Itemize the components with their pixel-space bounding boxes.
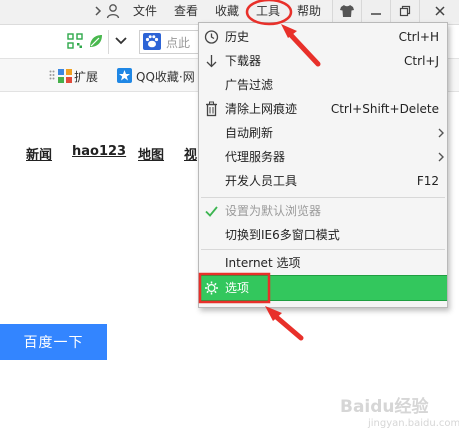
menu-item-history[interactable]: 历史 Ctrl+H	[199, 25, 447, 49]
menu-item-proxy-server[interactable]: 代理服务器	[199, 145, 447, 169]
menu-help[interactable]: 帮助	[297, 3, 321, 19]
search-placeholder: 点此	[166, 36, 191, 50]
maximize-button[interactable]	[390, 0, 419, 22]
menu-item-ie6-mode[interactable]: 切换到IE6多窗口模式	[199, 223, 447, 247]
restore-icon	[399, 5, 411, 17]
menu-favorites[interactable]: 收藏	[215, 3, 239, 19]
minimize-icon	[371, 13, 381, 15]
nav-link-map[interactable]: 地图	[138, 144, 164, 163]
qr-code-icon[interactable]	[67, 33, 83, 49]
shirt-icon	[340, 5, 354, 17]
menu-item-label: 选项	[225, 281, 250, 295]
gear-icon	[205, 281, 218, 295]
clock-icon	[204, 30, 219, 44]
menu-item-shortcut: F12	[416, 174, 439, 188]
menu-item-label: 广告过滤	[225, 78, 274, 92]
menu-separator	[201, 197, 445, 198]
download-arrow-icon	[206, 55, 217, 68]
menu-item-internet-options[interactable]: Internet 选项	[199, 251, 447, 275]
menu-tools[interactable]: 工具	[256, 3, 280, 19]
nav-link-news[interactable]: 新闻	[26, 144, 52, 163]
watermark: Baidu经验	[340, 397, 429, 417]
menu-item-label: 自动刷新	[225, 126, 274, 140]
menu-item-developer-tools[interactable]: 开发人员工具 F12	[199, 169, 447, 193]
menu-item-downloader[interactable]: 下载器 Ctrl+J	[199, 49, 447, 73]
menu-view[interactable]: 查看	[174, 3, 198, 19]
chevron-right-icon[interactable]	[92, 3, 104, 19]
user-icon[interactable]	[105, 3, 121, 19]
chevron-down-icon[interactable]	[114, 35, 128, 47]
menu-item-options[interactable]: 选项	[199, 275, 447, 301]
menu-item-shortcut: Ctrl+J	[404, 54, 439, 68]
minimize-button[interactable]	[361, 0, 390, 22]
menu-item-shortcut: Ctrl+H	[398, 30, 439, 44]
close-button[interactable]	[419, 0, 459, 22]
toolbar-divider	[108, 30, 109, 54]
menu-item-label: 清除上网痕迹	[225, 102, 298, 116]
extensions-icon[interactable]	[58, 69, 72, 83]
menu-separator	[201, 249, 445, 250]
menu-item-label: 切换到IE6多窗口模式	[225, 228, 340, 242]
menu-item-set-default-browser: 设置为默认浏览器	[199, 199, 447, 223]
qq-favorites-link[interactable]: QQ收藏·网	[136, 68, 195, 85]
menu-item-label: 设置为默认浏览器	[225, 204, 322, 218]
menu-item-ad-filter[interactable]: 广告过滤	[199, 73, 447, 97]
trash-icon	[206, 101, 217, 117]
nav-link-video[interactable]: 视	[184, 144, 197, 163]
watermark-url: jingyan.baidu.com	[368, 418, 459, 429]
menu-item-auto-refresh[interactable]: 自动刷新	[199, 121, 447, 145]
checkmark-icon	[205, 206, 218, 217]
skin-button[interactable]	[332, 0, 361, 22]
baidu-search-button[interactable]: 百度一下	[0, 324, 107, 360]
drag-handle-icon[interactable]	[49, 70, 55, 82]
nav-link-hao123[interactable]: hao123	[72, 144, 126, 159]
submenu-arrow-icon	[438, 152, 444, 162]
menu-item-clear-history[interactable]: 清除上网痕迹 Ctrl+Shift+Delete	[199, 97, 447, 121]
menu-item-shortcut: Ctrl+Shift+Delete	[330, 102, 439, 116]
menu-item-label: 开发人员工具	[225, 174, 298, 188]
baidu-paw-icon[interactable]	[143, 33, 161, 50]
menu-file[interactable]: 文件	[133, 3, 157, 19]
extensions-label[interactable]: 扩展	[74, 68, 98, 85]
submenu-arrow-icon	[438, 128, 444, 138]
close-icon	[435, 6, 445, 16]
menu-item-label: 下载器	[225, 54, 262, 68]
star-icon[interactable]	[117, 68, 132, 83]
annotation-arrow-options	[265, 306, 304, 341]
menu-item-label: 历史	[225, 30, 250, 44]
leaf-icon[interactable]	[88, 33, 104, 49]
menu-item-label: 代理服务器	[225, 150, 286, 164]
tools-menu: 历史 Ctrl+H 下载器 Ctrl+J 广告过滤 清除上网痕迹 Ctrl+Sh…	[198, 22, 448, 308]
menu-item-label: Internet 选项	[225, 256, 301, 270]
